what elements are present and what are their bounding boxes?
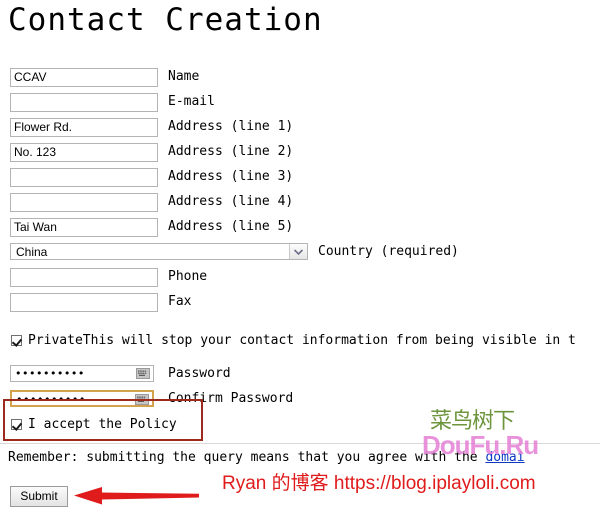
address-line4-label: Address (line 4) xyxy=(168,194,294,209)
form-row-address3: Address (line 3) xyxy=(0,168,600,193)
annotation-arrow-icon xyxy=(72,481,200,511)
address-line3-input[interactable] xyxy=(10,168,158,187)
form-row-phone: Phone xyxy=(0,268,600,293)
page-title: Contact Creation xyxy=(8,2,323,38)
remember-text: Remember: submitting the query means tha… xyxy=(8,450,486,465)
private-label: Private xyxy=(28,332,83,348)
password-value: •••••••••• xyxy=(15,367,85,380)
form-row-address1: Address (line 1) xyxy=(0,118,600,143)
address-line1-label: Address (line 1) xyxy=(168,119,294,134)
address-line5-input[interactable] xyxy=(10,218,158,237)
form-row-address4: Address (line 4) xyxy=(0,193,600,218)
confirm-password-label: Confirm Password xyxy=(168,391,294,406)
contact-form: Name E-mail Address (line 1) Address (li… xyxy=(0,68,600,318)
address-line4-input[interactable] xyxy=(10,193,158,212)
accept-policy-checkbox[interactable] xyxy=(11,418,22,430)
accept-policy-row: I accept the Policy xyxy=(11,415,177,433)
form-row-fax: Fax xyxy=(0,293,600,318)
address-line1-input[interactable] xyxy=(10,118,158,137)
accept-policy-label: I accept the Policy xyxy=(28,416,177,432)
form-row-country: China Country (required) xyxy=(0,243,600,268)
form-row-name: Name xyxy=(0,68,600,93)
form-row-address2: Address (line 2) xyxy=(0,143,600,168)
fax-label: Fax xyxy=(168,294,192,309)
address-line5-label: Address (line 5) xyxy=(168,219,294,234)
form-row-confirm-password: •••••••••• Confirm Password xyxy=(0,390,600,414)
fax-input[interactable] xyxy=(10,293,158,312)
form-row-email: E-mail xyxy=(0,93,600,118)
confirm-password-value: •••••••••• xyxy=(16,393,86,406)
watermark-blog-text: Ryan 的博客 https://blog.iplayloli.com xyxy=(222,473,536,494)
divider xyxy=(0,443,600,444)
confirm-password-input[interactable]: •••••••••• xyxy=(10,390,154,407)
country-label: Country (required) xyxy=(318,244,459,259)
phone-input[interactable] xyxy=(10,268,158,287)
remember-notice: Remember: submitting the query means tha… xyxy=(8,450,600,470)
private-option-row: Private This will stop your contact info… xyxy=(0,331,600,351)
chevron-down-icon[interactable] xyxy=(289,244,307,259)
keyboard-icon[interactable] xyxy=(135,394,149,405)
password-label: Password xyxy=(168,366,231,381)
address-line2-input[interactable] xyxy=(10,143,158,162)
country-select[interactable]: China xyxy=(10,243,308,260)
password-input[interactable]: •••••••••• xyxy=(10,365,154,382)
form-row-address5: Address (line 5) xyxy=(0,218,600,243)
country-select-value: China xyxy=(16,245,48,259)
keyboard-icon[interactable] xyxy=(136,368,150,379)
private-description: This will stop your contact information … xyxy=(82,332,576,348)
domain-link[interactable]: domai xyxy=(485,450,524,465)
submit-button[interactable]: Submit xyxy=(10,486,68,507)
form-row-password: •••••••••• Password xyxy=(0,365,600,389)
email-label: E-mail xyxy=(168,94,215,109)
email-input[interactable] xyxy=(10,93,158,112)
address-line2-label: Address (line 2) xyxy=(168,144,294,159)
phone-label: Phone xyxy=(168,269,208,284)
private-checkbox[interactable] xyxy=(11,334,22,346)
name-label: Name xyxy=(168,69,200,84)
address-line3-label: Address (line 3) xyxy=(168,169,294,184)
name-input[interactable] xyxy=(10,68,158,87)
